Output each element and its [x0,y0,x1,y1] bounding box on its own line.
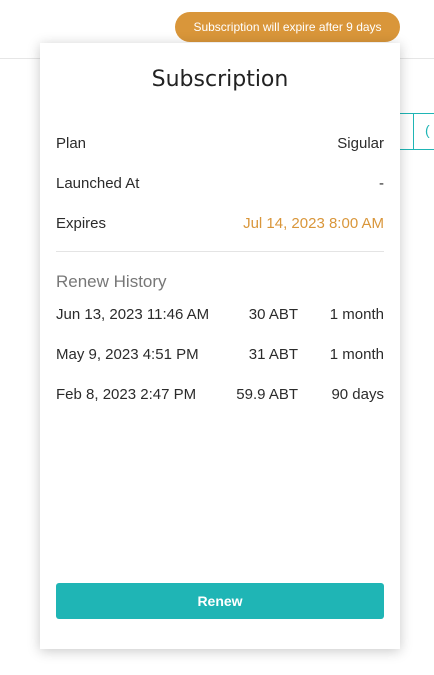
section-divider [56,251,384,252]
history-duration: 90 days [331,386,384,403]
history-date: May 9, 2023 4:51 PM [56,346,199,363]
history-row: Feb 8, 2023 2:47 PM 59.9 ABT 90 days [56,384,384,424]
button-separator [413,114,414,149]
plan-row: Plan Sigular [56,131,384,155]
renew-history-heading: Renew History [56,272,167,291]
history-date: Feb 8, 2023 2:47 PM [56,386,197,403]
history-duration: 1 month [329,346,384,363]
launched-at-label: Launched At [56,174,140,192]
popover-title: Subscription [151,67,289,92]
history-amount: 59.9 ABT [236,386,298,403]
history-amount: 30 ABT [248,306,298,323]
history-amount: 31 ABT [248,346,298,363]
history-row: Jun 13, 2023 11:46 AM 30 ABT 1 month [56,304,384,344]
history-date: Jun 13, 2023 11:46 AM [56,306,210,323]
expires-row: Expires Jul 14, 2023 8:00 AM [56,211,384,235]
subscription-expiry-badge[interactable]: Subscription will expire after 9 days [175,12,400,42]
partial-button-icon: ( [425,122,430,138]
history-row: May 9, 2023 4:51 PM 31 ABT 1 month [56,344,384,384]
plan-value: Sigular [337,134,384,152]
launched-at-value: - [379,174,384,192]
plan-label: Plan [56,134,87,152]
subscription-popover: Subscription Plan Sigular Launched At - … [40,43,400,649]
expires-value: Jul 14, 2023 8:00 AM [243,214,384,232]
renew-button[interactable]: Renew [56,583,384,619]
renew-history-list: Jun 13, 2023 11:46 AM 30 ABT 1 month May… [56,304,384,424]
history-duration: 1 month [329,306,384,323]
expires-label: Expires [56,214,107,232]
launched-at-row: Launched At - [56,171,384,195]
